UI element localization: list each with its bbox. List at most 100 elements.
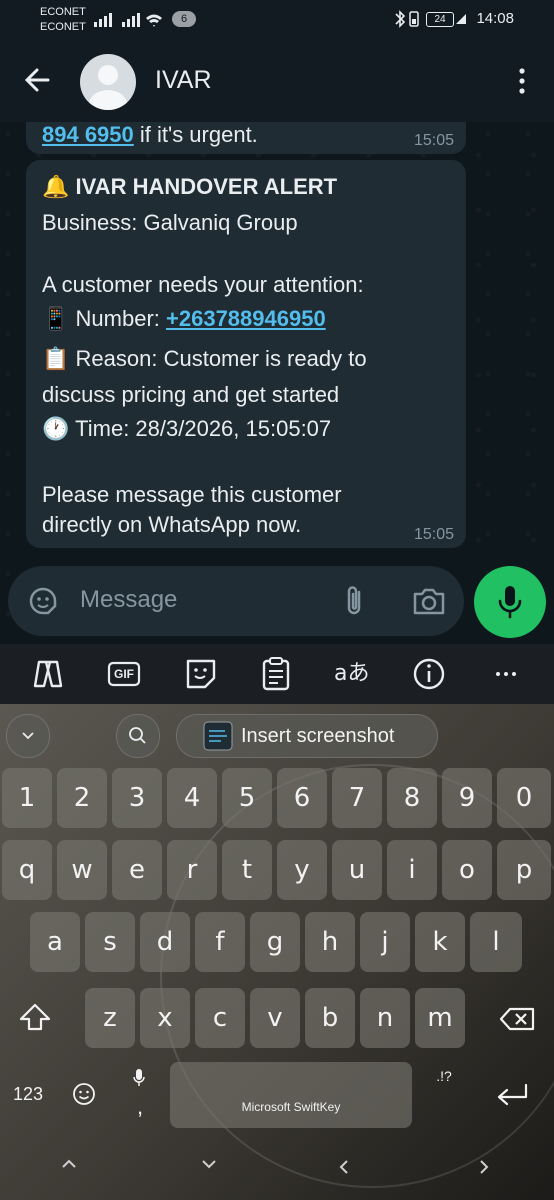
business-line: Business: Galvaniq Group	[42, 210, 298, 235]
voice-record-button[interactable]	[474, 566, 546, 638]
nav-down-icon[interactable]	[200, 1158, 218, 1170]
emoji-icon[interactable]	[72, 1082, 96, 1106]
message-input-bar[interactable]: Message	[8, 566, 464, 636]
key-x[interactable]: x	[140, 988, 190, 1048]
alert-title: 🔔 IVAR HANDOVER ALERT	[42, 174, 338, 199]
search-icon	[129, 727, 146, 744]
key-r[interactable]: r	[167, 840, 217, 900]
sticker-emoji-icon[interactable]	[26, 584, 60, 618]
carrier-label: ECONET	[40, 6, 86, 18]
key-3[interactable]: 3	[112, 768, 162, 828]
key-j[interactable]: j	[360, 912, 410, 972]
key-t[interactable]: t	[222, 840, 272, 900]
space-bar[interactable]: Microsoft SwiftKey	[170, 1062, 412, 1128]
navigation-bar	[0, 1148, 554, 1200]
key-s[interactable]: s	[85, 912, 135, 972]
key-0[interactable]: 0	[497, 768, 551, 828]
punctuation-key[interactable]: .!?	[430, 1068, 458, 1084]
closing-line: Please message this customer	[42, 482, 342, 507]
avatar[interactable]	[80, 54, 136, 110]
clipboard-icon: 📋	[42, 346, 70, 371]
back-arrow-icon[interactable]	[22, 62, 52, 98]
key-6[interactable]: 6	[277, 768, 327, 828]
key-d[interactable]: d	[140, 912, 190, 972]
reason-line-2: discuss pricing and get started	[42, 382, 340, 407]
more-options-icon[interactable]	[512, 66, 532, 96]
copilot-icon[interactable]	[30, 656, 66, 692]
phone-icon: 📱	[42, 306, 70, 331]
key-1[interactable]: 1	[2, 768, 52, 828]
shift-icon[interactable]	[18, 1002, 52, 1032]
key-w[interactable]: w	[57, 840, 107, 900]
voice-typing-icon[interactable]	[132, 1068, 146, 1088]
message-time: 15:05	[413, 132, 454, 149]
reason-line: 📋 Reason: Customer is ready to	[42, 346, 367, 371]
collapse-button[interactable]	[6, 714, 50, 758]
battery-saver-icon	[456, 14, 466, 24]
key-n[interactable]: n	[360, 988, 410, 1048]
keyboard-toolbar: GIF aあ	[0, 644, 554, 704]
insert-screenshot-suggestion[interactable]: Insert screenshot	[176, 714, 438, 758]
more-horizontal-icon[interactable]	[488, 656, 524, 692]
key-c[interactable]: c	[195, 988, 245, 1048]
key-u[interactable]: u	[332, 840, 382, 900]
key-b[interactable]: b	[305, 988, 355, 1048]
backspace-icon[interactable]	[498, 1006, 536, 1032]
attach-icon[interactable]	[341, 584, 369, 618]
keyboard: Insert screenshot 1 2 3 4 5 6 7 8 9 0 q …	[0, 704, 554, 1200]
phone-link[interactable]: 894 6950	[42, 122, 134, 147]
clipboard-icon[interactable]	[258, 656, 294, 692]
key-f[interactable]: f	[195, 912, 245, 972]
closing-line-2: directly on WhatsApp now.	[42, 512, 302, 537]
signal-icon	[94, 13, 162, 27]
comma-key[interactable]: ,	[130, 1094, 150, 1120]
number-line: 📱 Number: +263788946950	[42, 306, 326, 331]
key-q[interactable]: q	[2, 840, 52, 900]
key-z[interactable]: z	[85, 988, 135, 1048]
clock: 14:08	[476, 10, 514, 27]
camera-icon[interactable]	[412, 586, 446, 616]
contact-name[interactable]: IVAR	[155, 66, 212, 95]
message-bubble[interactable]: 🔔 IVAR HANDOVER ALERT Business: Galvaniq…	[26, 160, 466, 548]
key-4[interactable]: 4	[167, 768, 217, 828]
nav-right-icon[interactable]	[478, 1158, 490, 1176]
bell-icon: 🔔	[42, 174, 70, 199]
key-8[interactable]: 8	[387, 768, 437, 828]
key-i[interactable]: i	[387, 840, 437, 900]
key-h[interactable]: h	[305, 912, 355, 972]
message-text: 894 6950 if it's urgent.	[42, 122, 258, 147]
key-a[interactable]: a	[30, 912, 80, 972]
key-9[interactable]: 9	[442, 768, 492, 828]
message-time: 15:05	[413, 526, 454, 543]
key-5[interactable]: 5	[222, 768, 272, 828]
translate-icon[interactable]: aあ	[334, 656, 370, 692]
nav-left-icon[interactable]	[338, 1158, 350, 1176]
intro-line: A customer needs your attention:	[42, 272, 364, 297]
key-k[interactable]: k	[415, 912, 465, 972]
message-input[interactable]: Message	[80, 586, 177, 614]
key-e[interactable]: e	[112, 840, 162, 900]
key-7[interactable]: 7	[332, 768, 382, 828]
phone-number-link[interactable]: +263788946950	[166, 306, 326, 331]
key-m[interactable]: m	[415, 988, 465, 1048]
key-v[interactable]: v	[250, 988, 300, 1048]
key-p[interactable]: p	[497, 840, 551, 900]
chat-header: IVAR	[0, 40, 554, 122]
enter-icon[interactable]	[494, 1082, 530, 1108]
status-bar: ECONET ECONET 6 24 14:08	[0, 0, 554, 40]
sticker-icon[interactable]	[183, 656, 219, 692]
key-y[interactable]: y	[277, 840, 327, 900]
microphone-icon	[498, 586, 522, 619]
key-o[interactable]: o	[442, 840, 492, 900]
key-l[interactable]: l	[470, 912, 522, 972]
notification-badge: 6	[172, 11, 196, 27]
nav-up-icon[interactable]	[60, 1158, 78, 1170]
info-icon[interactable]	[411, 656, 447, 692]
search-button[interactable]	[116, 714, 160, 758]
time-line: 🕐 Time: 28/3/2026, 15:05:07	[42, 416, 332, 441]
symbols-key[interactable]: 123	[8, 1084, 48, 1105]
key-g[interactable]: g	[250, 912, 300, 972]
message-bubble[interactable]: 894 6950 if it's urgent. 15:05	[26, 122, 466, 154]
gif-button[interactable]: GIF	[106, 656, 142, 692]
key-2[interactable]: 2	[57, 768, 107, 828]
